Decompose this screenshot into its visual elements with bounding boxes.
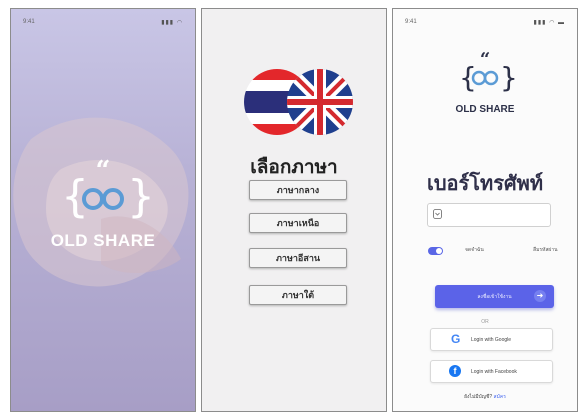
signup-row: ยังไม่มีบัญชี? สมัคร (393, 393, 577, 401)
google-login-label: Login with Google (471, 337, 512, 343)
svg-text:“: “ (480, 51, 490, 70)
facebook-login-label: Login with Facebook (471, 369, 517, 375)
language-option-north[interactable]: ภาษาเหนือ (249, 213, 347, 233)
google-icon: G (451, 332, 461, 346)
phone-heading: เบอร์โทรศัพท์ (426, 173, 543, 195)
language-option-northeast[interactable]: ภาษาอีสาน (249, 248, 347, 268)
arrow-right-icon: ➜ (534, 290, 546, 302)
signup-link[interactable]: สมัคร (494, 394, 506, 400)
facebook-icon: f (449, 365, 461, 377)
forgot-password-link[interactable]: ลืมรหัสผ่าน (533, 246, 558, 254)
phone-icon (433, 209, 442, 219)
svg-text:}: } (127, 171, 153, 222)
facebook-login-button[interactable]: f Login with Facebook (430, 360, 553, 383)
flags-icon (244, 69, 353, 135)
splash-screen: 9:41 ▮▮▮ ◠ “ { } OLD SHARE (10, 8, 196, 412)
signal-icon: ▮▮▮ ◠ (161, 20, 183, 26)
splash-brand-name: OLD SHARE (50, 231, 156, 250)
or-divider: OR (481, 319, 489, 325)
splash-logo: “ { } (11, 156, 195, 228)
no-account-label: ยังไม่มีบัญชี? (464, 394, 493, 400)
language-screen: เลือกภาษา ภาษากลาง ภาษาเหนือ ภาษาอีสาน ภ… (201, 8, 387, 412)
remember-toggle[interactable] (428, 247, 443, 255)
status-time: 9:41 (405, 19, 417, 25)
phone-input[interactable] (427, 203, 551, 227)
status-time: 9:41 (23, 19, 35, 25)
login-brand-name: OLD SHARE (455, 104, 515, 115)
remember-label: จดจำฉัน (465, 247, 484, 253)
language-option-south[interactable]: ภาษาใต้ (249, 285, 347, 305)
login-button[interactable]: ลงชื่อเข้าใช้งาน ➜ (435, 285, 554, 308)
language-heading: เลือกภาษา (250, 157, 338, 178)
language-option-central[interactable]: ภาษากลาง (249, 180, 347, 200)
google-login-button[interactable]: G Login with Google (430, 328, 553, 351)
svg-text:“: “ (96, 159, 111, 186)
svg-text:}: } (500, 61, 515, 94)
login-logo: “ { } (393, 49, 577, 100)
login-screen: 9:41 ▮▮▮ ◠ ▬ “ { } OLD SHARE เบอร์โทรศัพ… (392, 8, 578, 412)
signal-icon: ▮▮▮ ◠ ▬ (533, 20, 565, 26)
